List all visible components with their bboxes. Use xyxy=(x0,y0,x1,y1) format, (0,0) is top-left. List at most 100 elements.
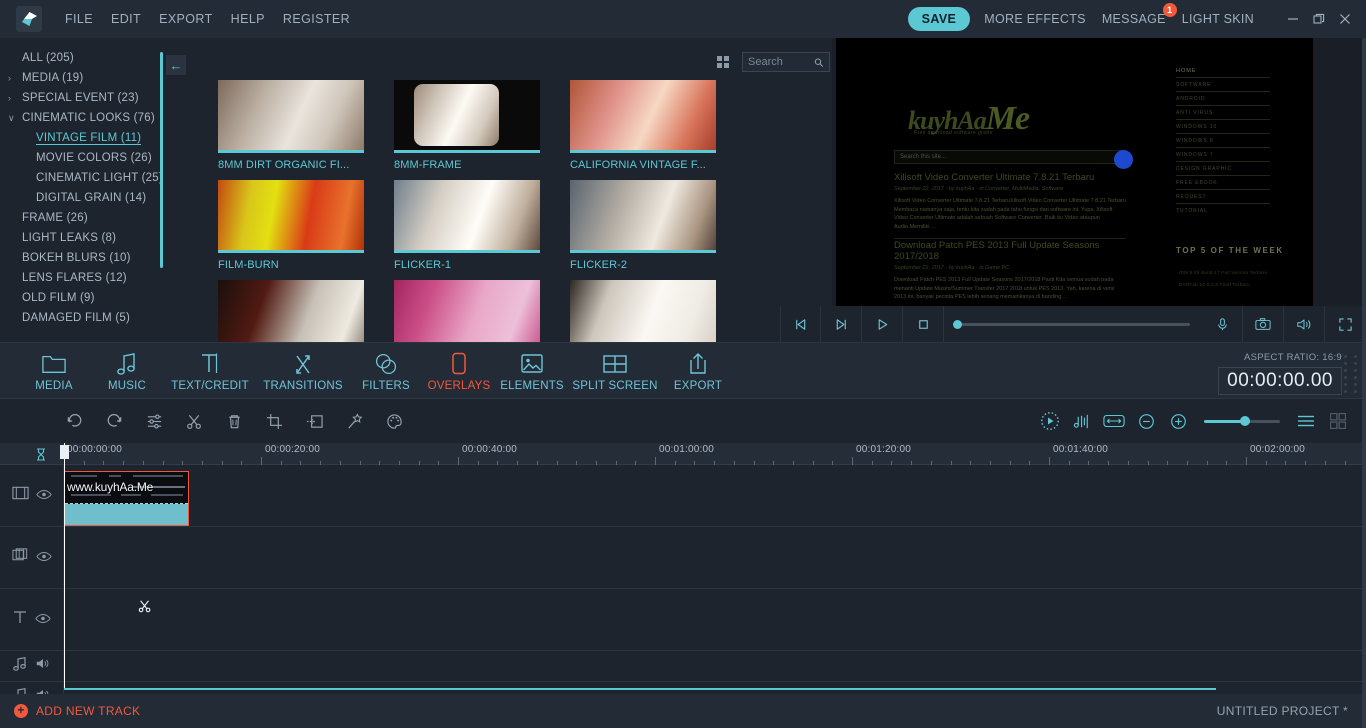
feature-tab-label: TRANSITIONS xyxy=(263,380,343,392)
seek-handle[interactable] xyxy=(953,319,962,329)
library-item[interactable]: 8MM DIRT ORGANIC FI... xyxy=(218,80,364,171)
crop-icon[interactable] xyxy=(254,399,294,443)
feature-tab-transitions[interactable]: TRANSITIONS xyxy=(257,351,349,392)
menu-edit[interactable]: EDIT xyxy=(102,8,150,30)
eye-icon[interactable] xyxy=(35,611,51,629)
timeline-ruler[interactable]: 00:00:00:00 00:00:20:00 00:00:40:00 00:01:0… xyxy=(0,443,1366,465)
maximize-restore-icon[interactable] xyxy=(1306,6,1332,32)
library-item[interactable]: FLICKER-1 xyxy=(394,180,540,271)
sidebar-item-bokeh-blurs-10[interactable]: BOKEH BLURS (10) xyxy=(0,248,166,268)
video-preview[interactable]: kuyhAaMe Free download software gratis S… xyxy=(836,38,1313,306)
sidebar-item-label: BOKEH BLURS (10) xyxy=(22,252,131,264)
feature-tab-elements[interactable]: ELEMENTS xyxy=(496,351,568,392)
sidebar-item-old-film-9[interactable]: OLD FILM (9) xyxy=(0,288,166,308)
more-effects-link[interactable]: MORE EFFECTS xyxy=(984,12,1086,26)
search-box[interactable] xyxy=(742,52,830,72)
fullscreen-icon[interactable] xyxy=(1325,306,1366,342)
library-item[interactable]: 8MM-FRAME xyxy=(394,80,540,171)
camera-icon[interactable] xyxy=(1243,306,1284,342)
feature-tab-music[interactable]: MUSIC xyxy=(91,351,163,392)
sidebar-item-cinematic-light-25[interactable]: CINEMATIC LIGHT (25) xyxy=(0,168,166,188)
chevron-icon[interactable]: › xyxy=(8,93,22,103)
record-playback-icon[interactable] xyxy=(1034,399,1066,443)
zoom-in-icon[interactable] xyxy=(1162,399,1194,443)
sidebar-item-lens-flares-12[interactable]: LENS FLARES (12) xyxy=(0,268,166,288)
marker-icon[interactable] xyxy=(32,446,50,462)
sidebar-item-damaged-film-5[interactable]: DAMAGED FILM (5) xyxy=(0,308,166,328)
sidebar-item-frame-26[interactable]: FRAME (26) xyxy=(0,208,166,228)
play-icon[interactable] xyxy=(862,306,903,342)
undo-icon[interactable] xyxy=(54,399,94,443)
sidebar-item-movie-colors-26[interactable]: MOVIE COLORS (26) xyxy=(0,148,166,168)
chevron-icon[interactable]: ∨ xyxy=(8,113,22,124)
grid-view-icon[interactable] xyxy=(1322,399,1354,443)
microphone-icon[interactable] xyxy=(1202,306,1243,342)
grid-view-icon[interactable] xyxy=(716,55,730,69)
menu-export[interactable]: EXPORT xyxy=(150,8,222,30)
feature-tab-export[interactable]: EXPORT xyxy=(662,351,734,392)
menu-file[interactable]: FILE xyxy=(56,8,102,30)
stop-icon[interactable] xyxy=(903,306,944,342)
message-link[interactable]: MESSAGE 1 xyxy=(1102,3,1177,26)
track-body-video[interactable]: www.kuyhAa.Me xyxy=(64,465,1366,526)
search-input[interactable] xyxy=(748,56,815,68)
zoom-slider-handle[interactable] xyxy=(1240,416,1251,426)
close-icon[interactable] xyxy=(1332,6,1358,32)
fit-timeline-icon[interactable] xyxy=(1098,399,1130,443)
menu-help[interactable]: HELP xyxy=(222,8,274,30)
eye-icon[interactable] xyxy=(35,549,52,567)
volume-icon[interactable] xyxy=(1284,306,1325,342)
app-window: FILE EDIT EXPORT HELP REGISTER SAVE MORE… xyxy=(0,0,1366,728)
library-item[interactable]: CALIFORNIA VINTAGE F... xyxy=(570,80,716,171)
eye-icon[interactable] xyxy=(35,487,52,505)
feature-tab-media[interactable]: MEDIA xyxy=(18,351,90,392)
track-body-pip[interactable] xyxy=(64,527,1366,588)
sidebar-item-all-205[interactable]: ALL (205) xyxy=(0,48,166,68)
timecode-display[interactable]: 00:00:00.00 xyxy=(1218,367,1342,395)
feature-tab-filters[interactable]: FILTERS xyxy=(350,351,422,392)
skip-to-start-icon[interactable] xyxy=(780,306,821,342)
playhead[interactable] xyxy=(60,443,69,688)
track-body-audio-1[interactable] xyxy=(64,651,1366,681)
trash-icon[interactable] xyxy=(214,399,254,443)
library-item[interactable]: FLICKER-2 xyxy=(570,180,716,271)
redo-icon[interactable] xyxy=(94,399,134,443)
track-body-text[interactable] xyxy=(64,589,1366,650)
scissors-icon[interactable] xyxy=(138,599,152,616)
sidebar-item-vintage-film-11[interactable]: VINTAGE FILM (11) xyxy=(0,128,166,148)
light-skin-link[interactable]: LIGHT SKIN xyxy=(1182,12,1254,26)
seek-track[interactable] xyxy=(953,319,1190,329)
sidebar-item-label: OLD FILM (9) xyxy=(22,292,95,304)
zoom-out-icon[interactable] xyxy=(1130,399,1162,443)
transition-box-icon[interactable] xyxy=(294,399,334,443)
chevron-icon[interactable]: › xyxy=(8,73,22,83)
speaker-icon[interactable] xyxy=(35,657,51,675)
settings-sliders-icon[interactable] xyxy=(134,399,174,443)
add-new-track-button[interactable]: + ADD NEW TRACK xyxy=(14,704,140,718)
feature-tab-split-screen[interactable]: SPLIT SCREEN xyxy=(569,351,661,392)
scissors-icon[interactable] xyxy=(174,399,214,443)
sidebar-item-media-19[interactable]: › MEDIA (19) xyxy=(0,68,166,88)
sidebar-item-light-leaks-8[interactable]: LIGHT LEAKS (8) xyxy=(0,228,166,248)
timeline-clip[interactable]: www.kuyhAa.Me xyxy=(64,471,189,526)
collapse-sidebar-button[interactable]: ← xyxy=(166,55,186,75)
library-item[interactable]: FILM-BURN xyxy=(218,180,364,271)
color-palette-icon[interactable] xyxy=(374,399,414,443)
sidebar-item-digital-grain-14[interactable]: DIGITAL GRAIN (14) xyxy=(0,188,166,208)
category-sidebar[interactable]: ALL (205) › MEDIA (19) › SPECIAL EVENT (23) ∨… xyxy=(0,38,166,342)
magic-wand-icon[interactable] xyxy=(334,399,374,443)
save-button[interactable]: SAVE xyxy=(907,7,971,31)
timeline-zoom-slider[interactable] xyxy=(1204,416,1280,426)
seek-bar[interactable] xyxy=(944,319,1202,329)
feature-tab-overlays[interactable]: OVERLAYS xyxy=(423,351,495,392)
list-view-icon[interactable] xyxy=(1290,399,1322,443)
minimize-icon[interactable] xyxy=(1280,6,1306,32)
feature-tab-text-credit[interactable]: TEXT/CREDIT xyxy=(164,351,256,392)
skip-to-end-icon[interactable] xyxy=(821,306,862,342)
menu-register[interactable]: REGISTER xyxy=(274,8,359,30)
audio-mixer-icon[interactable] xyxy=(1066,399,1098,443)
sidebar-item-special-event-23[interactable]: › SPECIAL EVENT (23) xyxy=(0,88,166,108)
sidebar-scrollbar[interactable] xyxy=(160,52,163,268)
playhead-handle[interactable] xyxy=(60,445,69,459)
sidebar-item-cinematic-looks-76[interactable]: ∨ CINEMATIC LOOKS (76) xyxy=(0,108,166,128)
